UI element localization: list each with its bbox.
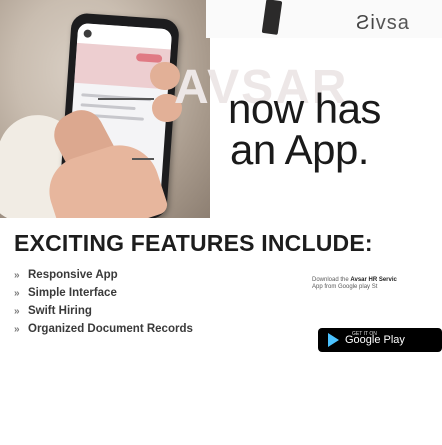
tagline-line2: an App.: [230, 126, 369, 173]
list-item: » Organized Document Records: [14, 320, 193, 338]
app-logo-dot: [83, 29, 92, 38]
google-play-small-label: GET IT ON: [352, 331, 377, 337]
download-app-name: Avsar HR Servic: [350, 277, 397, 283]
hero-banner: Ƨivsa AVSAR now has an App.: [0, 0, 442, 218]
feature-label: Swift Hiring: [28, 305, 92, 317]
features-title: EXCITING FEATURES INCLUDE:: [14, 230, 373, 256]
google-play-icon: [328, 333, 339, 347]
bracket-decoration: [132, 98, 154, 160]
feature-label: Organized Document Records: [28, 323, 193, 335]
avsar-logo-glyph: Ƨi: [356, 12, 376, 34]
google-play-button[interactable]: GET IT ON Google Play: [318, 328, 442, 352]
download-suffix: App from Google play St: [312, 284, 378, 290]
list-item: » Swift Hiring: [14, 302, 193, 320]
chevron-bullet-icon: »: [14, 287, 20, 299]
chevron-bullet-icon: »: [14, 269, 20, 281]
connector-line: [98, 98, 134, 100]
download-caption: Download the Avsar HR Servic App from Go…: [312, 277, 442, 291]
list-item: » Responsive App: [14, 266, 193, 284]
avsar-logo-text: vsa: [375, 12, 410, 34]
screen-button: [135, 53, 163, 63]
chevron-bullet-icon: »: [14, 305, 20, 317]
feature-label: Responsive App: [28, 269, 118, 281]
chevron-bullet-icon: »: [14, 323, 20, 335]
tagline-line1: now has: [228, 85, 381, 132]
avsar-logo: Ƨivsa: [356, 12, 410, 35]
feature-label: Simple Interface: [28, 287, 117, 299]
list-item: » Simple Interface: [14, 284, 193, 302]
screen-text-line: [80, 103, 136, 111]
download-prefix: Download the: [312, 277, 349, 283]
features-list: » Responsive App » Simple Interface » Swift…: [14, 266, 193, 338]
